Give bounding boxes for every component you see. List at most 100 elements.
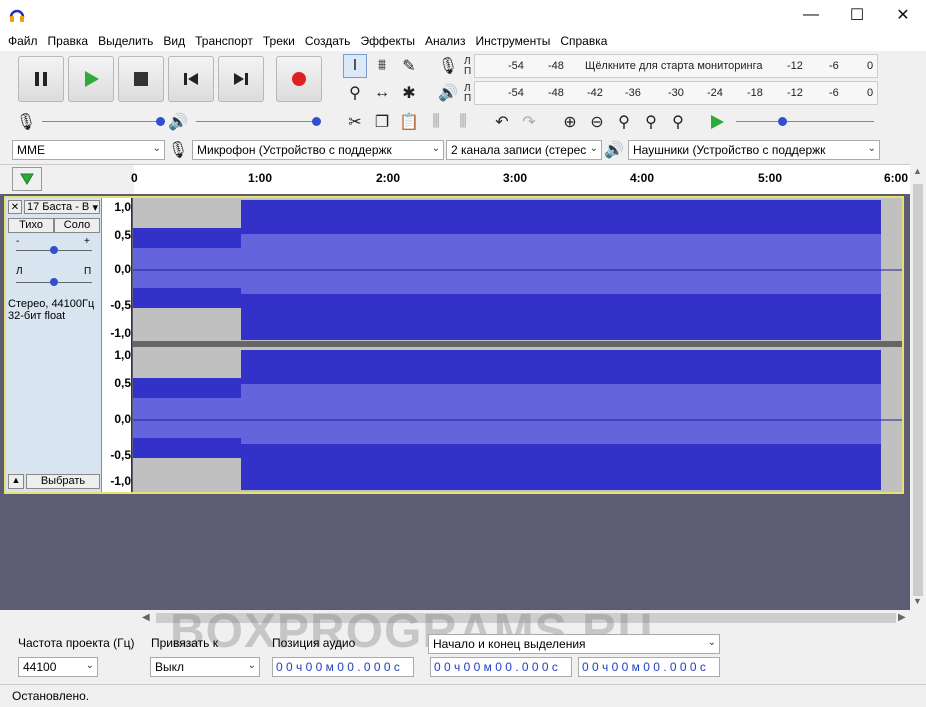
menu-transport[interactable]: Транспорт xyxy=(190,34,258,48)
menu-help[interactable]: Справка xyxy=(555,34,612,48)
pan-slider[interactable] xyxy=(16,278,92,288)
play-icon xyxy=(711,115,724,129)
menu-edit[interactable]: Правка xyxy=(43,34,94,48)
playback-volume-slider[interactable] xyxy=(196,113,321,131)
draw-tool[interactable]: ✎ xyxy=(397,54,421,78)
stop-button[interactable] xyxy=(118,56,164,102)
play-button[interactable] xyxy=(68,56,114,102)
menu-generate[interactable]: Создать xyxy=(300,34,356,48)
play-meter-button[interactable]: 🔊 xyxy=(436,81,460,105)
menu-analyze[interactable]: Анализ xyxy=(420,34,471,48)
audio-host-select[interactable]: MME ⌄ xyxy=(12,140,165,160)
selection-tool[interactable]: I xyxy=(343,54,367,78)
amp-label: -0,5 xyxy=(110,448,131,462)
play-speed-slider[interactable] xyxy=(736,113,876,131)
selection-mode-select[interactable]: Начало и конец выделения ⌄ xyxy=(428,634,720,654)
close-track-button[interactable]: ✕ xyxy=(8,200,22,214)
time-shift-tool[interactable]: ↔ xyxy=(370,81,394,105)
play-at-speed-button[interactable] xyxy=(705,110,729,134)
silence-button[interactable]: ⫼ xyxy=(451,110,475,134)
fit-selection-button[interactable]: ⚲ xyxy=(612,110,636,134)
status-text: Остановлено. xyxy=(12,689,90,703)
magnifier-icon: ⚲ xyxy=(349,85,361,102)
playback-device-select[interactable]: Наушники (Устройство с поддержк ⌄ xyxy=(628,140,880,160)
skip-end-button[interactable] xyxy=(218,56,264,102)
mic-device-icon: 🎙 xyxy=(167,142,189,159)
undo-icon: ↶ xyxy=(495,114,509,131)
vertical-scrollbar[interactable]: ▲ ▼ xyxy=(910,164,926,610)
scroll-left-icon[interactable]: ◀ xyxy=(142,612,150,623)
selection-end-field[interactable]: 0 0 ч 0 0 м 0 0 . 0 0 0 с xyxy=(578,657,720,677)
collapse-track-button[interactable]: ▲ xyxy=(8,474,24,489)
skip-start-button[interactable] xyxy=(168,56,214,102)
select-track-button[interactable]: Выбрать xyxy=(26,474,100,489)
solo-button[interactable]: Соло xyxy=(54,218,100,233)
meter-tick: -54 xyxy=(508,87,524,99)
track-format-info: Стерео, 44100Гц xyxy=(8,298,95,310)
pause-button[interactable] xyxy=(18,56,64,102)
menu-tracks[interactable]: Треки xyxy=(258,34,300,48)
play-icon xyxy=(85,71,99,87)
fit-project-button[interactable]: ⚲ xyxy=(639,110,663,134)
redo-button[interactable]: ↷ xyxy=(517,110,541,134)
maximize-button[interactable]: ☐ xyxy=(834,0,880,30)
paste-button[interactable]: 📋 xyxy=(397,110,421,134)
cut-button[interactable]: ✂ xyxy=(343,110,367,134)
zoom-out-icon: ⊖ xyxy=(590,114,604,131)
snap-select[interactable]: Выкл ⌄ xyxy=(150,657,260,677)
zoom-toggle-button[interactable]: ⚲ xyxy=(666,110,690,134)
scroll-thumb[interactable] xyxy=(913,184,923,596)
zoom-out-button[interactable]: ⊖ xyxy=(585,110,609,134)
record-meter-button[interactable]: 🎙 xyxy=(436,54,460,78)
trim-button[interactable]: ⫼ xyxy=(424,110,448,134)
play-meter[interactable]: -54 -48 -42 -36 -30 -24 -18 -12 -6 0 xyxy=(474,81,878,105)
menu-file[interactable]: Файл xyxy=(3,34,43,48)
amp-label: 0,0 xyxy=(114,262,131,276)
recording-device-select[interactable]: Микрофон (Устройство с поддержк ⌄ xyxy=(192,140,444,160)
menu-tools[interactable]: Инструменты xyxy=(471,34,556,48)
menu-bar: Файл Правка Выделить Вид Транспорт Треки… xyxy=(0,30,926,51)
audio-position-field[interactable]: 0 0 ч 0 0 м 0 0 . 0 0 0 с xyxy=(272,657,414,677)
scroll-right-icon[interactable]: ▶ xyxy=(898,612,906,623)
gain-slider[interactable] xyxy=(16,246,92,256)
chevron-down-icon: ⌄ xyxy=(431,143,440,154)
meter-tick: -6 xyxy=(829,60,839,72)
scroll-up-icon[interactable]: ▲ xyxy=(913,166,922,176)
zoom-in-icon: ⊕ xyxy=(563,114,577,131)
menu-effects[interactable]: Эффекты xyxy=(355,34,420,48)
menu-view[interactable]: Вид xyxy=(158,34,190,48)
waveform-display[interactable] xyxy=(133,198,902,492)
envelope-tool[interactable]: ⩩ xyxy=(370,54,394,78)
project-rate-select[interactable]: 44100 ⌄ xyxy=(18,657,98,677)
play-meter-channels: ЛП xyxy=(464,83,472,104)
scissors-icon: ✂ xyxy=(348,114,362,131)
redo-icon: ↷ xyxy=(522,114,536,131)
track-name-menu[interactable]: 17 Баста - В ▾ xyxy=(24,200,100,214)
amp-label: 0,0 xyxy=(114,412,131,426)
menu-select[interactable]: Выделить xyxy=(93,34,158,48)
timeline-options-button[interactable] xyxy=(12,167,42,191)
record-button[interactable] xyxy=(276,56,322,102)
monitor-hint: Щёлкните для старта мониторинга xyxy=(585,60,763,72)
close-button[interactable]: ✕ xyxy=(880,0,926,30)
meter-tick: -42 xyxy=(587,87,603,99)
minimize-button[interactable]: — xyxy=(788,0,834,30)
ruler-label: 1:00 xyxy=(248,171,273,185)
scroll-down-icon[interactable]: ▼ xyxy=(913,596,922,606)
selection-start-field[interactable]: 0 0 ч 0 0 м 0 0 . 0 0 0 с xyxy=(430,657,572,677)
copy-button[interactable]: ❐ xyxy=(370,110,394,134)
amp-label: 0,5 xyxy=(114,376,131,390)
record-meter[interactable]: -54 -48 Щёлкните для старта мониторинга … xyxy=(474,54,878,78)
mute-button[interactable]: Тихо xyxy=(8,218,54,233)
ruler-label: 4:00 xyxy=(630,171,655,185)
multi-tool[interactable]: ✱ xyxy=(397,81,421,105)
ruler-label: 5:00 xyxy=(758,171,783,185)
undo-button[interactable]: ↶ xyxy=(490,110,514,134)
zoom-tool[interactable]: ⚲ xyxy=(343,81,367,105)
amp-label: 1,0 xyxy=(114,200,131,214)
speaker-icon: 🔊 xyxy=(438,85,458,102)
zoom-in-button[interactable]: ⊕ xyxy=(558,110,582,134)
record-volume-slider[interactable] xyxy=(42,113,165,131)
meter-tick: 0 xyxy=(867,60,874,72)
channels-select[interactable]: 2 канала записи (стерес ⌄ xyxy=(446,140,602,160)
